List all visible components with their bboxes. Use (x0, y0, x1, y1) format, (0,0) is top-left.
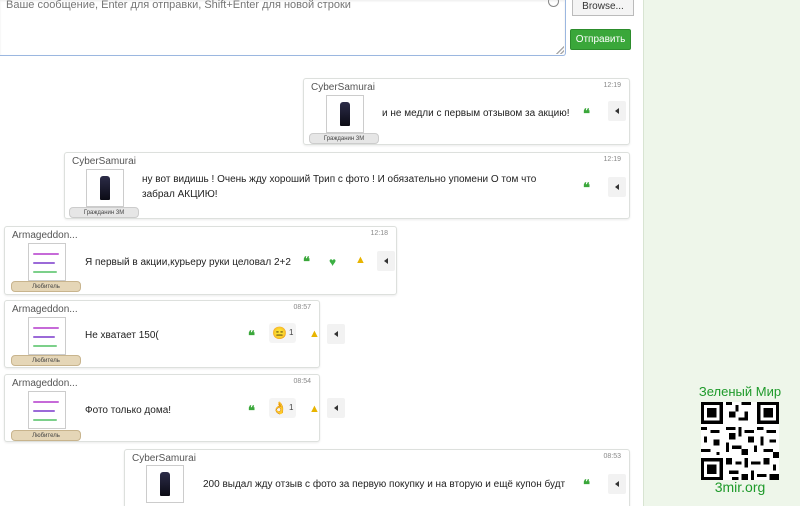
warning-icon[interactable]: ▲ (355, 254, 366, 266)
message-author[interactable]: CyberSamurai (311, 82, 375, 93)
message-time: 12:18 (370, 230, 388, 237)
quote-icon[interactable]: ❝ (303, 256, 310, 269)
quote-icon[interactable]: ❝ (248, 405, 255, 418)
rank-badge: Гражданин 3М (309, 133, 379, 144)
chat-area: Browse... Отправить CyberSamurai 12:19 Г… (0, 0, 643, 506)
qr-code-icon (701, 402, 779, 480)
avatar[interactable] (326, 95, 364, 133)
message-composer[interactable] (0, 0, 566, 56)
message-time: 08:57 (293, 304, 311, 311)
message-time: 12:19 (603, 82, 621, 89)
message-text: ну вот видишь ! Очень жду хороший Трип с… (142, 174, 537, 200)
message-time: 08:53 (603, 453, 621, 460)
message-author[interactable]: Armageddon... (12, 230, 87, 241)
arrow-left-icon[interactable] (327, 324, 345, 344)
expressionless-face-icon: 😑 (272, 326, 287, 340)
avatar[interactable] (146, 465, 184, 503)
chat-message: Armageddon... 08:54 Любитель Фото только… (4, 374, 320, 442)
rank-badge: Гражданин 3М (69, 207, 139, 218)
message-time: 08:54 (293, 378, 311, 385)
message-time: 12:19 (603, 156, 621, 163)
message-text: Фото только дома! (85, 405, 172, 416)
chat-message: Armageddon... 12:18 Любитель Я первый в … (4, 226, 397, 295)
message-author[interactable]: CyberSamurai (72, 156, 136, 167)
message-text: 200 выдал жду отзыв с фото за первую пок… (203, 479, 566, 490)
chat-message: CyberSamurai 12:19 Гражданин 3М и не мед… (303, 78, 630, 145)
message-author[interactable]: CyberSamurai (132, 453, 196, 464)
reaction-badge[interactable]: 👌 1 (269, 398, 297, 418)
arrow-left-icon[interactable] (327, 398, 345, 418)
quote-icon[interactable]: ❝ (583, 182, 590, 195)
rank-badge: Любитель (11, 281, 81, 292)
resize-grip-icon[interactable] (556, 46, 564, 54)
avatar[interactable] (28, 317, 66, 355)
arrow-left-icon[interactable] (608, 177, 626, 197)
avatar[interactable] (86, 169, 124, 207)
rank-badge: Любитель (11, 355, 81, 366)
brand-url[interactable]: 3mir.org (696, 479, 784, 495)
chat-message: CyberSamurai 12:19 Гражданин 3М ну вот в… (64, 152, 630, 219)
message-text: Я первый в акции,курьеру руки целовал 2+… (85, 257, 291, 268)
avatar[interactable] (28, 243, 66, 281)
chat-message: Armageddon... 08:57 Любитель Не хватает … (4, 300, 320, 368)
message-author[interactable]: Armageddon... (12, 304, 87, 315)
message-author[interactable]: Armageddon... (12, 378, 87, 389)
message-text: и не медли с первым отзывом за акцию! (382, 108, 570, 119)
message-input[interactable] (0, 0, 565, 55)
quote-icon[interactable]: ❝ (248, 330, 255, 343)
arrow-left-icon[interactable] (608, 101, 626, 121)
quote-icon[interactable]: ❝ (583, 108, 590, 121)
reaction-count: 1 (288, 328, 294, 338)
green-heart-icon[interactable]: ♥ (329, 255, 336, 269)
arrow-left-icon[interactable] (377, 251, 395, 271)
warning-icon[interactable]: ▲ (309, 328, 320, 340)
avatar[interactable] (28, 391, 66, 429)
reaction-badge[interactable]: 😑 1 (269, 323, 297, 343)
arrow-left-icon[interactable] (608, 474, 626, 494)
browse-button[interactable]: Browse... (572, 0, 634, 16)
chat-message: CyberSamurai 08:53 200 выдал жду отзыв с… (124, 449, 630, 506)
ok-hand-icon: 👌 (272, 401, 287, 415)
send-button[interactable]: Отправить (570, 29, 631, 50)
message-text: Не хватает 150( (85, 330, 159, 341)
rank-badge: Любитель (11, 430, 81, 441)
quote-icon[interactable]: ❝ (583, 479, 590, 492)
reaction-count: 1 (288, 403, 294, 413)
warning-icon[interactable]: ▲ (309, 403, 320, 415)
brand-title: Зеленый Мир (698, 384, 782, 399)
